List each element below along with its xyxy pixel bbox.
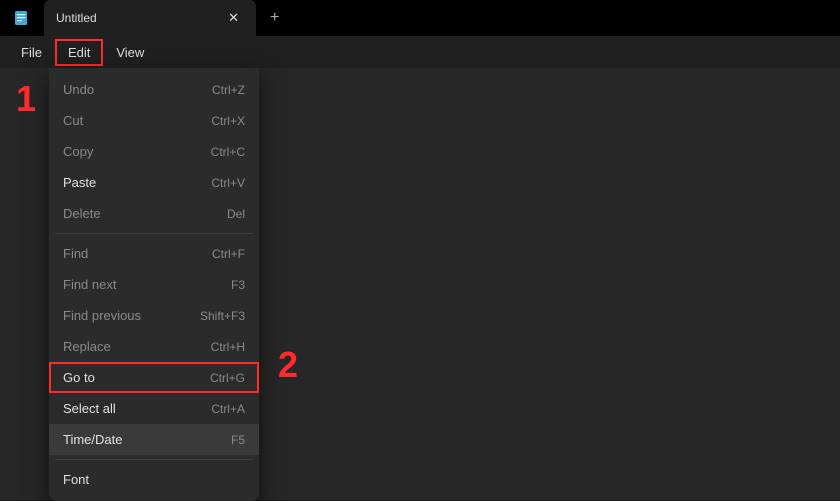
edit-dropdown: Undo Ctrl+Z Cut Ctrl+X Copy Ctrl+C Paste… xyxy=(49,68,259,501)
menu-shortcut: Ctrl+X xyxy=(211,114,245,128)
new-tab-button[interactable]: + xyxy=(270,9,279,27)
menu-separator xyxy=(55,233,253,234)
menu-find-previous[interactable]: Find previous Shift+F3 xyxy=(49,300,259,331)
menu-select-all[interactable]: Select all Ctrl+A xyxy=(49,393,259,424)
menu-delete[interactable]: Delete Del xyxy=(49,198,259,229)
menu-separator xyxy=(55,459,253,460)
menu-label: Cut xyxy=(63,113,83,128)
menu-edit[interactable]: Edit xyxy=(55,39,103,66)
tab-title: Untitled xyxy=(56,11,223,25)
menu-undo[interactable]: Undo Ctrl+Z xyxy=(49,74,259,105)
title-bar: Untitled ✕ + xyxy=(0,0,840,36)
menu-replace[interactable]: Replace Ctrl+H xyxy=(49,331,259,362)
close-icon[interactable]: ✕ xyxy=(223,8,244,28)
menu-shortcut: Ctrl+V xyxy=(211,176,245,190)
document-tab[interactable]: Untitled ✕ xyxy=(44,0,256,36)
menu-shortcut: Ctrl+C xyxy=(211,145,245,159)
menu-label: Paste xyxy=(63,175,96,190)
menu-shortcut: Del xyxy=(227,207,245,221)
menu-label: Delete xyxy=(63,206,101,221)
menu-shortcut: Ctrl+F xyxy=(212,247,245,261)
menu-shortcut: Ctrl+H xyxy=(211,340,245,354)
menu-label: Font xyxy=(63,472,89,487)
menu-find[interactable]: Find Ctrl+F xyxy=(49,238,259,269)
menu-label: Replace xyxy=(63,339,111,354)
menu-shortcut: Ctrl+G xyxy=(210,371,245,385)
menu-view[interactable]: View xyxy=(103,39,157,66)
menu-label: Go to xyxy=(63,370,95,385)
menu-label: Find previous xyxy=(63,308,141,323)
menu-label: Copy xyxy=(63,144,93,159)
menu-copy[interactable]: Copy Ctrl+C xyxy=(49,136,259,167)
menu-cut[interactable]: Cut Ctrl+X xyxy=(49,105,259,136)
menu-label: Select all xyxy=(63,401,116,416)
menu-file[interactable]: File xyxy=(8,39,55,66)
menu-label: Undo xyxy=(63,82,94,97)
menu-label: Find next xyxy=(63,277,116,292)
menu-shortcut: Shift+F3 xyxy=(200,309,245,323)
menu-time-date[interactable]: Time/Date F5 xyxy=(49,424,259,455)
menu-go-to[interactable]: Go to Ctrl+G xyxy=(49,362,259,393)
menu-shortcut: Ctrl+A xyxy=(211,402,245,416)
menu-bar: File Edit View xyxy=(0,36,840,68)
menu-label: Find xyxy=(63,246,88,261)
menu-label: Time/Date xyxy=(63,432,122,447)
menu-find-next[interactable]: Find next F3 xyxy=(49,269,259,300)
menu-shortcut: F5 xyxy=(231,433,245,447)
menu-paste[interactable]: Paste Ctrl+V xyxy=(49,167,259,198)
menu-shortcut: F3 xyxy=(231,278,245,292)
app-icon xyxy=(12,9,30,27)
menu-shortcut: Ctrl+Z xyxy=(212,83,245,97)
menu-font[interactable]: Font xyxy=(49,464,259,495)
